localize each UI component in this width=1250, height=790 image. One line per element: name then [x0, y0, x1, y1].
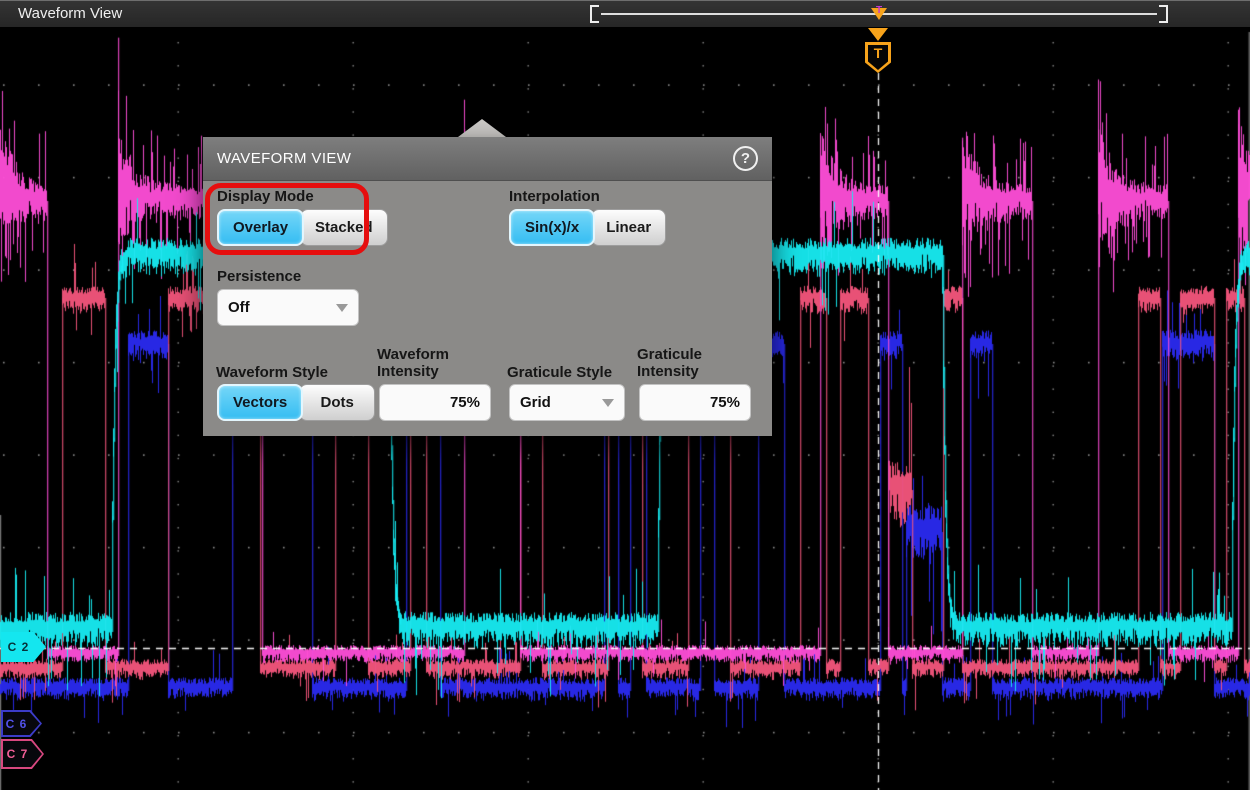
channel-badge-label: C 6 — [1, 710, 32, 737]
help-button[interactable]: ? — [733, 146, 758, 171]
vectors-button[interactable]: Vectors — [217, 384, 303, 421]
trigger-flag-icon: T — [865, 42, 891, 73]
waveform-view-dialog: WAVEFORM VIEW ? Display Mode Overlay Sta… — [203, 137, 772, 436]
channel-badge-c6[interactable]: C 6 — [1, 710, 42, 737]
interpolation-label: Interpolation — [509, 188, 600, 205]
dialog-header[interactable]: WAVEFORM VIEW ? — [203, 137, 772, 181]
trigger-position-flag[interactable]: T — [865, 28, 891, 73]
waveform-style-toggle: Vectors Dots — [217, 384, 375, 421]
graticule-intensity-field[interactable] — [639, 384, 751, 421]
persistence-dropdown[interactable]: Off — [217, 289, 359, 326]
trigger-marker-label: T — [871, 6, 887, 16]
slider-left-bracket — [590, 5, 599, 23]
waveform-intensity-field[interactable] — [379, 384, 491, 421]
sinx-button[interactable]: Sin(x)/x — [509, 209, 595, 246]
persistence-value: Off — [228, 299, 250, 316]
trigger-flag-label: T — [865, 45, 891, 61]
graticule-intensity-label: Graticule Intensity — [637, 346, 732, 381]
graticule-style-label: Graticule Style — [507, 364, 612, 381]
display-mode-label: Display Mode — [217, 188, 314, 205]
graticule-style-value: Grid — [520, 394, 551, 411]
stacked-button[interactable]: Stacked — [300, 209, 388, 246]
channel-badge-label: C 2 — [1, 632, 36, 662]
channel-badge-c7[interactable]: C 7 — [1, 739, 44, 769]
chevron-down-icon — [336, 304, 348, 312]
linear-button[interactable]: Linear — [591, 209, 666, 246]
waveform-intensity-label: Waveform Intensity — [377, 346, 472, 381]
interpolation-toggle: Sin(x)/x Linear — [509, 209, 666, 246]
graticule-style-dropdown[interactable]: Grid — [509, 384, 625, 421]
waveform-style-label: Waveform Style — [216, 364, 328, 381]
overlay-button[interactable]: Overlay — [217, 209, 304, 246]
persistence-label: Persistence — [217, 268, 301, 285]
dots-button[interactable]: Dots — [299, 384, 375, 421]
slider-right-bracket — [1159, 5, 1168, 23]
oscilloscope-screen: Waveform View T T C 2 C 6 C 7 — [0, 0, 1250, 790]
chevron-down-icon — [602, 399, 614, 407]
title-bar: Waveform View T — [0, 0, 1250, 28]
channel-badge-label: C 7 — [1, 739, 34, 769]
dialog-title: WAVEFORM VIEW — [217, 150, 351, 167]
horizontal-overview-slider[interactable]: T — [590, 5, 1168, 23]
trigger-triangle-icon — [868, 28, 888, 41]
view-title: Waveform View — [18, 5, 122, 22]
dialog-pointer-arrow — [458, 119, 506, 137]
channel-badge-c2[interactable]: C 2 — [1, 632, 46, 662]
minimap-trigger-marker[interactable]: T — [871, 6, 887, 22]
display-mode-toggle: Overlay Stacked — [217, 209, 388, 246]
